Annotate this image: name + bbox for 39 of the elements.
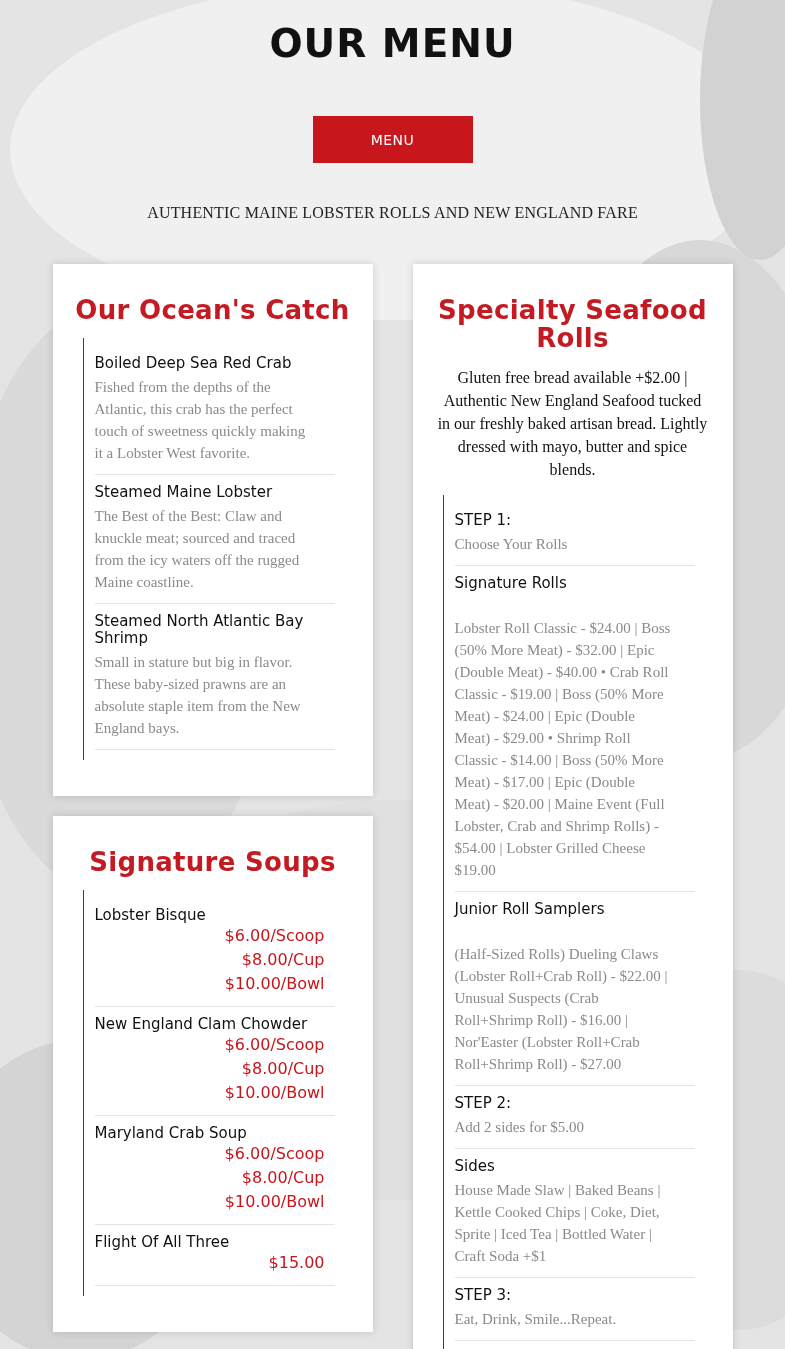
page-title: OUR MENU — [269, 22, 516, 66]
item-price: $6.00/Scoop — [224, 925, 325, 947]
item-name: Sides — [454, 1158, 496, 1175]
section-title: Our Ocean's Catch — [75, 296, 350, 324]
item-description: House Made Slaw | Baked Beans | Kettle Cooked Chips | Coke, Diet, Sprite | Iced Tea | Bottled Water | Craft Soda +$1 — [454, 1181, 662, 1266]
item-description: (Half-Sized Rolls) Dueling Claws (Lobster Roll+Crab Roll) - $22.00 | Unusual Suspects (Crab Roll+Shrimp Roll) - $16.00 | Nor'Easter (Lobster Roll+Crab Roll+Shrimp Roll) - $27.00 — [454, 945, 669, 1074]
item-description: Add 2 sides for $5.00 — [454, 1118, 586, 1137]
item-description: Lobster Roll Classic - $24.00 | Boss (50% More Meat) - $32.00 | Epic (Double Meat) - $40.00 • Crab Roll Classic - $19.00 | Boss (50% More Meat) - $24.00 | Epic (Double Meat) - $29.00 • Shrimp Roll Classic - $14.00 | Boss (50% More Meat) - $17.00 | Epic (Double Meat) - $20.00 | Maine Event (Full Lobster, Crab and Shrimp Rolls) - $54.00 | Lobster Grilled Cheese $19.00 — [454, 619, 672, 880]
item-description: Choose Your Rolls — [454, 535, 569, 554]
item-price: $10.00/Bowl — [224, 1191, 325, 1213]
item-name: Flight Of All Three — [94, 1234, 231, 1251]
item-description: Eat, Drink, Smile...Repeat. — [454, 1310, 618, 1329]
item-description: Fished from the depths of the Atlantic, this crab has the perfect touch of sweetness quickly making it a Lobster West favorite. — [94, 378, 307, 463]
item-name: Maryland Crab Soup — [94, 1125, 248, 1142]
item-price: $10.00/Bowl — [224, 1082, 325, 1104]
tagline: AUTHENTIC MAINE LOBSTER ROLLS AND NEW ENGLAND FARE — [147, 204, 638, 222]
item-name: Junior Roll Samplers — [454, 901, 606, 918]
item-name: Lobster Bisque — [94, 907, 207, 924]
section-title: Signature Soups — [89, 848, 336, 876]
item-name: New England Clam Chowder — [94, 1016, 309, 1033]
item-price: $6.00/Scoop — [224, 1143, 325, 1165]
item-name: STEP 2: — [454, 1095, 513, 1112]
item-description: Small in stature but big in flavor. These baby-sized prawns are an absolute staple item from the New England bays. — [94, 653, 302, 738]
item-price: $15.00 — [268, 1252, 325, 1274]
item-price: $8.00/Cup — [241, 1058, 325, 1080]
item-name: Steamed Maine Lobster — [94, 484, 274, 501]
item-name: STEP 1: — [454, 512, 513, 529]
item-name: Boiled Deep Sea Red Crab — [94, 355, 293, 372]
item-name: Signature Rolls — [454, 575, 568, 592]
item-price: $8.00/Cup — [241, 1167, 325, 1189]
menu-button[interactable]: MENU — [312, 116, 473, 163]
item-name: Steamed North Atlantic Bay Shrimp — [94, 613, 305, 647]
section-intro: Gluten free bread available +$2.00 | Authentic New England Seafood tucked in our freshly baked artisan bread. Lightly dressed with mayo, butter and spice blends. — [436, 368, 709, 480]
item-price: $10.00/Bowl — [224, 973, 325, 995]
item-description: The Best of the Best: Claw and knuckle meat; sourced and traced from the icy waters off the rugged Maine coastline. — [94, 507, 301, 592]
item-price: $6.00/Scoop — [224, 1034, 325, 1056]
item-price: $8.00/Cup — [241, 949, 325, 971]
section-title: Specialty Seafood Rolls — [437, 296, 708, 352]
item-name: STEP 3: — [454, 1287, 513, 1304]
